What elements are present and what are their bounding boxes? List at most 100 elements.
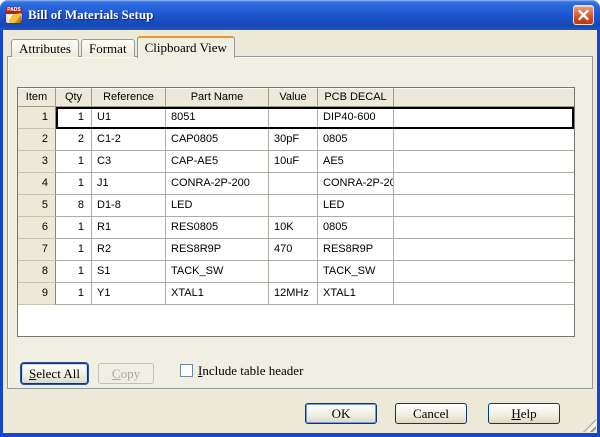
table-row[interactable]: 2 2 C1-2 CAP0805 30pF 0805 xyxy=(18,129,574,151)
cell-part-name: CAP-AE5 xyxy=(166,151,269,173)
column-header-qty: Qty xyxy=(56,88,92,107)
column-header-value: Value xyxy=(269,88,318,107)
cell-blank xyxy=(394,283,574,305)
row-data: 1 R2 RES8R9P 470 RES8R9P xyxy=(56,239,574,261)
cell-qty: 1 xyxy=(56,239,92,261)
cell-blank xyxy=(394,107,574,129)
close-icon xyxy=(577,9,590,21)
ok-button[interactable]: OK xyxy=(305,403,377,424)
row-data: 8 D1-8 LED LED xyxy=(56,195,574,217)
cell-reference: Y1 xyxy=(92,283,166,305)
cell-pcb-decal: XTAL1 xyxy=(318,283,394,305)
column-header-part-name: Part Name xyxy=(166,88,269,107)
cell-qty: 2 xyxy=(56,129,92,151)
cell-pcb-decal: RES8R9P xyxy=(318,239,394,261)
cell-qty: 1 xyxy=(56,283,92,305)
cell-blank xyxy=(394,217,574,239)
row-data: 1 J1 CONRA-2P-200 CONRA-2P-200 xyxy=(56,173,574,195)
cell-part-name: XTAL1 xyxy=(166,283,269,305)
window-title: Bill of Materials Setup xyxy=(28,0,153,30)
cell-qty: 1 xyxy=(56,107,92,129)
resize-grip[interactable] xyxy=(583,419,596,432)
cell-pcb-decal: CONRA-2P-200 xyxy=(318,173,394,195)
cancel-button[interactable]: Cancel xyxy=(395,403,467,424)
include-header-rest: nclude table header xyxy=(202,363,303,378)
table-row[interactable]: 8 1 S1 TACK_SW TACK_SW xyxy=(18,261,574,283)
row-number-cell: 4 xyxy=(18,173,56,195)
cell-reference: C3 xyxy=(92,151,166,173)
row-number-cell: 8 xyxy=(18,261,56,283)
tab-attributes[interactable]: Attributes xyxy=(11,39,79,57)
cell-qty: 1 xyxy=(56,151,92,173)
include-table-header-label[interactable]: Include table header xyxy=(198,361,303,380)
tab-page-clipboard-view: Item Qty Reference Part Name Value PCB D… xyxy=(7,56,593,389)
cell-pcb-decal: TACK_SW xyxy=(318,261,394,283)
pads-logo-icon: PADS xyxy=(6,7,22,23)
table-row[interactable]: 1 1 U1 8051 DIP40-600 xyxy=(18,107,574,129)
cell-reference: C1-2 xyxy=(92,129,166,151)
cell-blank xyxy=(394,195,574,217)
table-row[interactable]: 9 1 Y1 XTAL1 12MHz XTAL1 xyxy=(18,283,574,305)
table-row[interactable]: 5 8 D1-8 LED LED xyxy=(18,195,574,217)
copy-accel: C xyxy=(112,366,121,381)
row-number-cell: 3 xyxy=(18,151,56,173)
bom-preview-table: Item Qty Reference Part Name Value PCB D… xyxy=(17,87,575,337)
row-data: 2 C1-2 CAP0805 30pF 0805 xyxy=(56,129,574,151)
cell-qty: 1 xyxy=(56,261,92,283)
include-table-header-checkbox[interactable] xyxy=(180,364,193,377)
cell-value: 10K xyxy=(269,217,318,239)
cell-value: 470 xyxy=(269,239,318,261)
cell-value: 30pF xyxy=(269,129,318,151)
table-row[interactable]: 6 1 R1 RES0805 10K 0805 xyxy=(18,217,574,239)
cell-part-name: 8051 xyxy=(166,107,269,129)
close-button[interactable] xyxy=(573,5,594,25)
cell-part-name: RES0805 xyxy=(166,217,269,239)
row-data: 1 R1 RES0805 10K 0805 xyxy=(56,217,574,239)
cell-reference: U1 xyxy=(92,107,166,129)
column-header-pcb-decal: PCB DECAL xyxy=(318,88,394,107)
cell-value: 10uF xyxy=(269,151,318,173)
column-header-item: Item xyxy=(18,88,56,107)
row-number-cell: 1 xyxy=(18,107,56,129)
column-header-reference: Reference xyxy=(92,88,166,107)
cell-part-name: RES8R9P xyxy=(166,239,269,261)
help-button[interactable]: Help xyxy=(488,403,560,424)
table-row[interactable]: 4 1 J1 CONRA-2P-200 CONRA-2P-200 xyxy=(18,173,574,195)
tab-bar: Attributes Format Clipboard View xyxy=(11,35,237,57)
table-row[interactable]: 3 1 C3 CAP-AE5 10uF AE5 xyxy=(18,151,574,173)
cell-part-name: TACK_SW xyxy=(166,261,269,283)
copy-button[interactable]: Copy xyxy=(98,363,154,384)
dialog-window: PADS Bill of Materials Setup Attributes … xyxy=(0,0,600,437)
help-rest: elp xyxy=(521,406,537,421)
cell-reference: D1-8 xyxy=(92,195,166,217)
cell-value: 12MHz xyxy=(269,283,318,305)
cell-pcb-decal: 0805 xyxy=(318,217,394,239)
cell-reference: R2 xyxy=(92,239,166,261)
select-all-rest: elect All xyxy=(36,366,80,381)
cell-pcb-decal: LED xyxy=(318,195,394,217)
table-row[interactable]: 7 1 R2 RES8R9P 470 RES8R9P xyxy=(18,239,574,261)
cell-qty: 1 xyxy=(56,173,92,195)
row-data: 1 Y1 XTAL1 12MHz XTAL1 xyxy=(56,283,574,305)
cell-blank xyxy=(394,151,574,173)
cell-blank xyxy=(394,173,574,195)
tab-clipboard-view[interactable]: Clipboard View xyxy=(137,36,235,58)
cell-blank xyxy=(394,261,574,283)
copy-rest: opy xyxy=(121,366,141,381)
help-accel: H xyxy=(511,406,520,421)
row-data: 1 C3 CAP-AE5 10uF AE5 xyxy=(56,151,574,173)
title-bar[interactable]: PADS Bill of Materials Setup xyxy=(0,0,600,30)
row-number-cell: 7 xyxy=(18,239,56,261)
cell-value xyxy=(269,107,318,129)
cell-reference: J1 xyxy=(92,173,166,195)
pads-logo-pencil xyxy=(8,13,22,23)
cell-pcb-decal: 0805 xyxy=(318,129,394,151)
cell-reference: S1 xyxy=(92,261,166,283)
select-all-button[interactable]: Select All xyxy=(21,363,88,384)
cell-part-name: CAP0805 xyxy=(166,129,269,151)
table-header-row: Item Qty Reference Part Name Value PCB D… xyxy=(18,88,574,107)
cell-blank xyxy=(394,239,574,261)
tab-format[interactable]: Format xyxy=(81,39,135,57)
cell-pcb-decal: AE5 xyxy=(318,151,394,173)
cell-value xyxy=(269,261,318,283)
